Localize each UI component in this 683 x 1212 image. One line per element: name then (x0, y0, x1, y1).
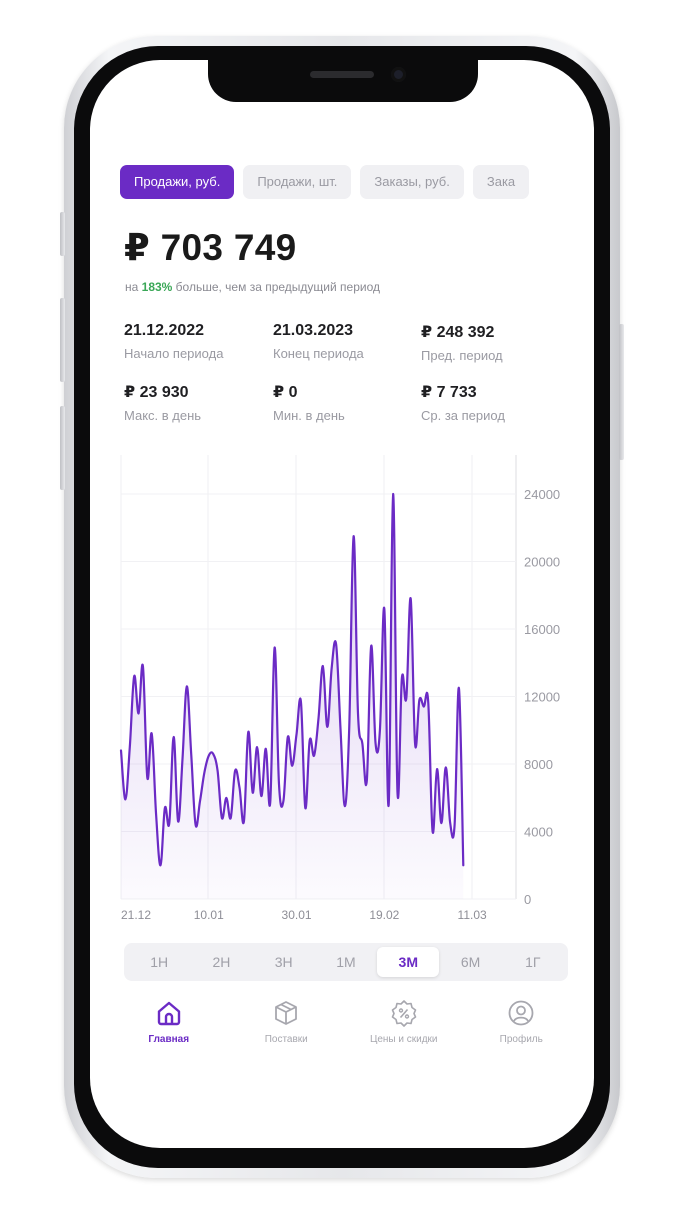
x-tick-label: 30.01 (282, 908, 312, 922)
x-tick-label: 21.12 (121, 908, 151, 922)
y-tick-label: 0 (524, 892, 531, 907)
nav-prices-discounts[interactable]: Цены и скидки (345, 998, 463, 1058)
stat-value: 21.03.2023 (273, 322, 354, 339)
stat-label: Конец периода (273, 346, 364, 361)
period-3m[interactable]: 3М (377, 947, 440, 977)
total-amount: ₽ 703 749 (124, 227, 297, 268)
volume-up-button (60, 298, 65, 382)
notch (208, 58, 478, 102)
stat-label: Начало периода (124, 346, 224, 361)
stat-label: Мин. в день (273, 408, 345, 423)
y-tick-label: 16000 (524, 622, 560, 637)
profile-icon (508, 1000, 534, 1026)
tab-sales-rub[interactable]: Продажи, руб. (120, 165, 235, 199)
stage: Продажи, руб. Продажи, шт. Заказы, руб. Зак… (0, 0, 683, 1212)
period-2w[interactable]: 2Н (190, 947, 252, 977)
comparison-percent: 183% (141, 280, 173, 294)
volume-down-button (60, 406, 65, 490)
y-tick-label: 12000 (524, 690, 560, 705)
stat-value: 21.12.2022 (124, 322, 205, 339)
power-button (619, 324, 624, 460)
stat-value: ₽ 248 392 (421, 324, 495, 341)
stat-max-per-day: ₽ 23 930 Макс. в день (124, 382, 201, 423)
stat-label: Пред. период (421, 348, 503, 363)
nav-profile[interactable]: Профиль (463, 998, 581, 1058)
period-6m[interactable]: 6М (439, 947, 501, 977)
y-tick-label: 4000 (524, 825, 553, 840)
tab-sales-pcs[interactable]: Продажи, шт. (243, 165, 352, 199)
box-icon (275, 1001, 298, 1025)
stat-average: ₽ 7 733 Ср. за период (421, 382, 505, 423)
x-tick-label: 19.02 (369, 908, 399, 922)
nav-deliveries[interactable]: Поставки (228, 998, 346, 1058)
mute-switch (60, 212, 65, 256)
discount-icon (391, 1000, 417, 1027)
tab-orders-partial[interactable]: Зака (472, 165, 530, 199)
y-tick-label: 8000 (524, 757, 553, 772)
comparison-suffix: больше, чем за предыдущий период (172, 280, 380, 294)
stat-value: ₽ 23 930 (124, 384, 189, 401)
stat-period-start: 21.12.2022 Начало периода (124, 322, 223, 361)
nav-label: Цены и скидки (369, 1034, 438, 1045)
x-tick-label: 10.01 (194, 908, 224, 922)
nav-label: Профиль (499, 1034, 543, 1045)
nav-home[interactable]: Главная (110, 998, 228, 1058)
nav-label: Поставки (264, 1034, 308, 1045)
stat-value: ₽ 7 733 (421, 384, 477, 401)
home-icon (157, 1001, 180, 1026)
stat-label: Ср. за период (421, 408, 505, 423)
sales-chart[interactable]: 24000 20000 16000 12000 8000 4000 0 21.12 10.01… (118, 455, 588, 933)
period-selector: 1Н 2Н 3Н 1М 3М 6М 1Г (124, 943, 568, 981)
tab-orders-rub[interactable]: Заказы, руб. (360, 165, 464, 199)
y-tick-label: 20000 (524, 555, 560, 570)
period-1y[interactable]: 1Г (502, 947, 564, 977)
bottom-nav: Главная Поставки Цены и скидки Профиль (110, 998, 580, 1058)
period-3w[interactable]: 3Н (253, 947, 315, 977)
nav-label: Главная (148, 1034, 190, 1045)
y-tick-label: 24000 (524, 487, 560, 502)
chart-y-axis: 24000 20000 16000 12000 8000 4000 0 (524, 487, 560, 907)
chart-x-axis: 21.12 10.01 30.01 19.02 11.03 (121, 908, 487, 922)
stat-value: ₽ 0 (273, 384, 298, 401)
stat-period-end: 21.03.2023 Конец периода (273, 322, 364, 361)
stat-label: Макс. в день (124, 408, 202, 423)
front-camera (391, 67, 406, 82)
stat-previous-period: ₽ 248 392 Пред. период (421, 322, 503, 363)
stat-min-per-day: ₽ 0 Мин. в день (273, 382, 345, 423)
period-1m[interactable]: 1М (315, 947, 377, 977)
comparison-text: на 183% больше, чем за предыдущий период (125, 280, 380, 294)
comparison-prefix: на (125, 280, 142, 294)
metric-tabs: Продажи, руб. Продажи, шт. Заказы, руб. Зак… (120, 165, 588, 201)
speaker-grille (310, 71, 374, 78)
x-tick-label: 11.03 (458, 908, 487, 922)
period-1w[interactable]: 1Н (128, 947, 190, 977)
